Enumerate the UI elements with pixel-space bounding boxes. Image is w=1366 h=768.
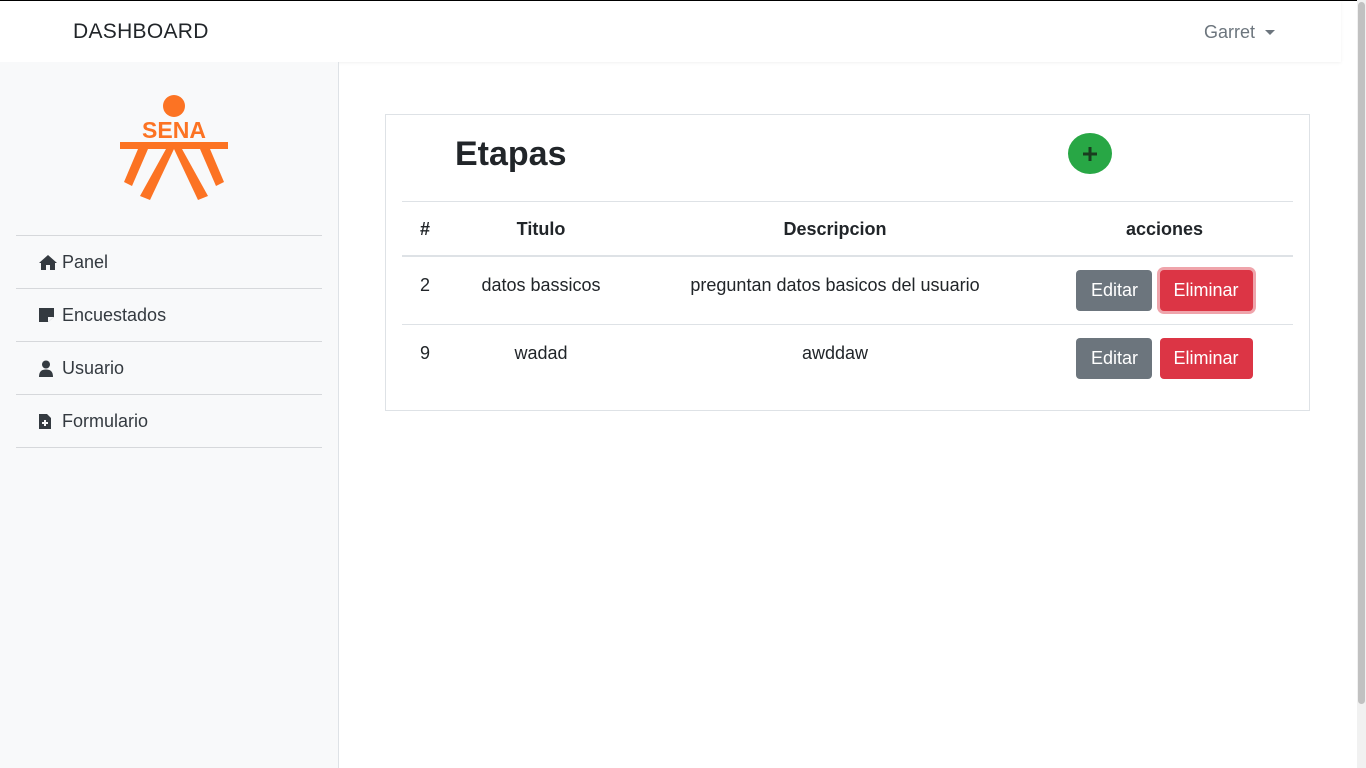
cell-id: 2 bbox=[419, 274, 430, 295]
edit-button[interactable]: Editar bbox=[1076, 338, 1153, 379]
user-icon bbox=[38, 359, 58, 377]
cell-acciones: Editar Eliminar bbox=[1036, 256, 1293, 325]
table-row: 9 wadad awddaw Editar Eliminar bbox=[402, 325, 1293, 394]
column-header-id: # bbox=[419, 219, 430, 239]
sidebar-item-label: Formulario bbox=[62, 410, 149, 431]
sidebar-item-panel[interactable]: Panel bbox=[16, 236, 322, 289]
delete-button[interactable]: Eliminar bbox=[1159, 269, 1253, 311]
etapas-table: # Titulo Descripcion acciones 2 datos ba… bbox=[402, 201, 1293, 394]
sidebar-nav: Panel Encuestados Usuario Formulario bbox=[16, 235, 322, 448]
top-navbar: DASHBOARD Garret bbox=[0, 1, 1341, 62]
sidebar-item-encuestados[interactable]: Encuestados bbox=[16, 289, 322, 342]
table-header-row: # Titulo Descripcion acciones bbox=[402, 201, 1293, 256]
cell-descripcion: preguntan datos basicos del usuario bbox=[690, 274, 980, 295]
user-dropdown[interactable]: Garret bbox=[1204, 22, 1276, 43]
home-icon bbox=[38, 253, 58, 271]
delete-button[interactable]: Eliminar bbox=[1159, 338, 1253, 379]
cell-titulo: datos bassicos bbox=[481, 274, 601, 295]
sidebar-item-label: Encuestados bbox=[62, 304, 167, 325]
sidebar-item-label: Usuario bbox=[62, 357, 125, 378]
sticky-note-icon bbox=[38, 306, 58, 324]
sena-logo: SENA bbox=[120, 95, 228, 200]
cell-descripcion: awddaw bbox=[801, 343, 869, 363]
column-header-titulo: Titulo bbox=[516, 219, 566, 239]
table-row: 2 datos bassicos preguntan datos basicos… bbox=[402, 256, 1293, 325]
file-medical-icon bbox=[38, 412, 58, 430]
edit-button[interactable]: Editar bbox=[1076, 269, 1153, 311]
cell-titulo: wadad bbox=[514, 343, 568, 363]
navbar-brand[interactable]: DASHBOARD bbox=[73, 20, 209, 44]
logo-text: SENA bbox=[142, 117, 206, 143]
add-etapa-button[interactable] bbox=[1068, 133, 1112, 174]
plus-icon bbox=[1083, 146, 1097, 161]
column-header-descripcion: Descripcion bbox=[783, 219, 887, 239]
scrollbar-thumb[interactable] bbox=[1358, 2, 1365, 704]
page-title: Etapas bbox=[455, 135, 567, 173]
caret-down-icon bbox=[1265, 30, 1276, 35]
sidebar-item-label: Panel bbox=[62, 251, 109, 272]
cell-acciones: Editar Eliminar bbox=[1036, 325, 1293, 394]
sidebar-item-formulario[interactable]: Formulario bbox=[16, 395, 322, 448]
user-name: Garret bbox=[1204, 22, 1256, 42]
column-header-acciones: acciones bbox=[1125, 219, 1204, 239]
sidebar-item-usuario[interactable]: Usuario bbox=[16, 342, 322, 395]
cell-id: 9 bbox=[419, 343, 430, 363]
